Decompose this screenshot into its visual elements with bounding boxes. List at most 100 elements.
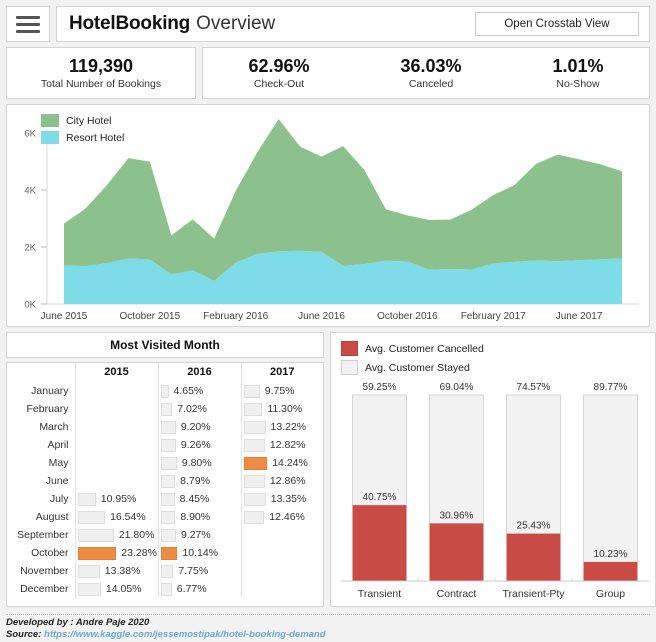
table-cell — [240, 562, 323, 580]
legend-label-cancelled: Avg. Customer Cancelled — [365, 342, 484, 355]
kpi-card-total-bookings: 119,390 Total Number of Bookings — [6, 47, 196, 99]
footer: Developed by : Andre Paje 2020 Source: h… — [6, 614, 650, 640]
cell-value: 12.86% — [269, 475, 306, 487]
column-header-2017: 2017 — [240, 363, 323, 382]
title-bar: HotelBooking Overview Open Crosstab View — [56, 6, 650, 42]
table-cell: 9.27% — [157, 526, 241, 544]
table-cell: 9.75% — [240, 382, 323, 400]
legend-label-resort-hotel: Resort Hotel — [66, 131, 125, 144]
table-cell: 10.14% — [157, 544, 241, 562]
table-cell — [74, 472, 158, 490]
row-label-month: October — [31, 547, 69, 559]
table-row[interactable]: March 9.20% 13.22% — [7, 418, 323, 436]
value-bar — [160, 438, 176, 452]
svg-text:4K: 4K — [24, 186, 36, 197]
cell-value: 14.05% — [105, 583, 142, 595]
svg-text:89.77%: 89.77% — [594, 382, 628, 393]
table-row[interactable]: December 14.05% 6.77% — [7, 580, 323, 598]
row-label-month: November — [20, 565, 69, 577]
table-row[interactable]: February 7.02% 11.30% — [7, 400, 323, 418]
svg-text:0K: 0K — [24, 300, 36, 311]
table-row[interactable]: July 10.95% 8.45% 13.35% — [7, 490, 323, 508]
footer-source-label: Source: — [6, 628, 42, 640]
kpi-canceled: 36.03% Canceled — [392, 56, 469, 91]
page-title-light: Overview — [196, 13, 276, 34]
cell-value: 12.46% — [269, 511, 305, 523]
cell-value: 23.28% — [121, 547, 157, 559]
row-label-month: September — [17, 529, 69, 541]
kpi-label: No-Show — [556, 78, 600, 91]
legend-item-cancelled[interactable]: Avg. Customer Cancelled — [341, 341, 484, 356]
value-bar — [243, 510, 265, 524]
svg-text:Transient-Pty: Transient-Pty — [502, 588, 565, 600]
kpi-card-status-breakdown: 62.96% Check-Out 36.03% Canceled 1.01% N… — [202, 47, 650, 99]
value-bar — [160, 528, 176, 542]
cell-value: 8.45% — [179, 493, 210, 505]
table-cell: 16.54% — [74, 508, 158, 526]
table-header-row: 2015 2016 2017 — [7, 363, 323, 382]
legend-item-resort-hotel[interactable]: Resort Hotel — [41, 131, 124, 144]
value-bar — [243, 402, 263, 416]
table-row[interactable]: June 8.79% 12.86% — [7, 472, 323, 490]
legend-item-city-hotel[interactable]: City Hotel — [41, 114, 124, 127]
kpi-total-bookings: 119,390 Total Number of Bookings — [33, 56, 169, 91]
svg-text:October 2016: October 2016 — [377, 311, 438, 322]
cell-value: 14.24% — [272, 457, 308, 469]
table-row[interactable]: November 13.38% 7.75% — [7, 562, 323, 580]
row-label-month: June — [45, 475, 69, 487]
svg-text:Contract: Contract — [437, 588, 477, 600]
cell-value: 4.65% — [173, 385, 204, 397]
table-row[interactable]: May 9.80% 14.24% — [7, 454, 323, 472]
area-chart-panel[interactable]: 0K 2K 4K 6K June 2015 October 2015 February 20… — [6, 104, 650, 327]
menu-line — [16, 29, 40, 33]
value-bar — [160, 474, 176, 488]
cell-value: 13.38% — [104, 565, 141, 577]
value-bar — [160, 492, 175, 506]
row-label-month: May — [48, 457, 69, 469]
table-cell — [240, 544, 323, 562]
table-cell: 9.20% — [157, 418, 241, 436]
table-cell — [74, 436, 158, 454]
most-visited-month-panel[interactable]: 2015 2016 2017 January 4.65% 9.75% February… — [6, 362, 324, 607]
area-chart-legend: City Hotel Resort Hotel — [41, 114, 124, 148]
table-cell: 12.82% — [240, 436, 323, 454]
table-row[interactable]: January 4.65% 9.75% — [7, 382, 323, 400]
svg-text:2K: 2K — [24, 243, 36, 254]
value-bar — [243, 438, 265, 452]
table-row[interactable]: April 9.26% 12.82% — [7, 436, 323, 454]
cell-value: 9.27% — [180, 529, 211, 541]
table-cell — [74, 400, 158, 418]
cell-value: 8.79% — [180, 475, 210, 487]
cell-value: 12.82% — [269, 439, 306, 451]
kpi-value: 62.96% — [248, 55, 310, 76]
table-cell: 11.30% — [240, 400, 323, 418]
value-bar — [160, 402, 173, 416]
hamburger-menu-icon[interactable] — [6, 6, 50, 42]
kpi-row: 119,390 Total Number of Bookings 62.96% … — [6, 47, 650, 99]
value-bar-highlighted — [160, 546, 178, 560]
legend-item-stayed[interactable]: Avg. Customer Stayed — [341, 360, 484, 375]
open-crosstab-view-button[interactable]: Open Crosstab View — [475, 12, 639, 36]
column-header-month — [7, 363, 75, 382]
kpi-value: 119,390 — [68, 55, 134, 76]
svg-text:June 2015: June 2015 — [41, 311, 88, 322]
svg-text:October 2015: October 2015 — [120, 311, 181, 322]
cell-value: 6.77% — [176, 583, 207, 595]
table-row[interactable]: August 16.54% 8.90% 12.46% — [7, 508, 323, 526]
kpi-no-show: 1.01% No-Show — [544, 56, 611, 91]
row-label-month: July — [49, 493, 69, 505]
value-bar — [77, 492, 96, 506]
table-cell — [74, 454, 158, 472]
table-cell: 7.02% — [157, 400, 241, 418]
value-bar — [243, 474, 265, 488]
svg-text:25.43%: 25.43% — [517, 521, 551, 532]
table-row[interactable]: September 21.80% 9.27% — [7, 526, 323, 544]
table-cell: 23.28% — [74, 544, 158, 562]
table-cell: 14.24% — [240, 454, 323, 472]
svg-text:74.57%: 74.57% — [517, 382, 551, 393]
footer-source-link[interactable]: https://www.kaggle.com/jessemostipak/hot… — [44, 629, 326, 640]
table-row[interactable]: October 23.28% 10.14% — [7, 544, 323, 562]
customer-type-chart-panel[interactable]: 59.25% 40.75% Transient 69.04% 30.96% Contrac… — [330, 332, 656, 607]
cell-value: 9.26% — [180, 439, 211, 451]
svg-text:February 2016: February 2016 — [203, 311, 268, 322]
